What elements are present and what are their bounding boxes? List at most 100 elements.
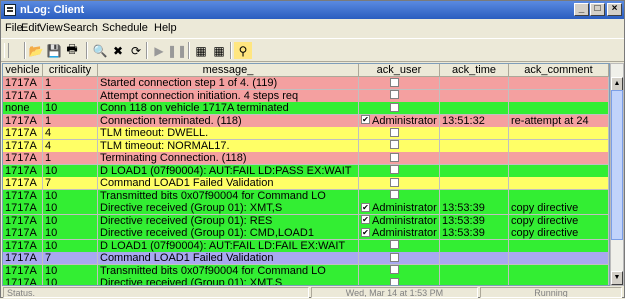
close-button[interactable]: × (607, 3, 622, 16)
menu-search[interactable]: Search (63, 22, 98, 34)
window-title: nLog: Client (20, 4, 85, 16)
column-header-vehicle[interactable]: vehicle (3, 64, 43, 77)
table-row[interactable]: 1717A 10 Transmitted bits 0x07f90004 for C… (3, 189, 609, 203)
cell-ack-time (440, 164, 509, 178)
table-row[interactable]: 1717A 4 TLM timeout: DWELL. (3, 127, 609, 140)
ack-checkbox[interactable] (390, 190, 399, 200)
table-row[interactable]: 1717A 10 Transmitted bits 0x07f90004 for C… (3, 264, 609, 278)
table-row[interactable]: 1717A 1 Attempt connection initiation. 4 s… (3, 89, 609, 103)
column-header-criticality[interactable]: criticality (43, 64, 98, 77)
table-row[interactable]: 1717A 10 Directive received (Group 01): RE… (3, 214, 609, 228)
cell-message: Connection terminated. (118) (98, 114, 359, 128)
toolbar-grip[interactable] (4, 43, 9, 58)
cell-ack-comment: copy directive (509, 214, 609, 228)
cell-message: Conn 118 on vehicle 1717A terminated (98, 102, 359, 115)
table-row[interactable]: 1717A 10 D LOAD1 (07f90004): AUT:FAIL LD:P… (3, 164, 609, 178)
table-row[interactable]: 1717A 7 Command LOAD1 Failed Validation (3, 177, 609, 190)
ack-checkbox[interactable] (390, 165, 399, 175)
toolbar-separator (146, 42, 148, 59)
ack-checkbox[interactable] (390, 177, 399, 187)
ack-checkbox[interactable] (390, 140, 399, 150)
menu-schedule[interactable]: Schedule (102, 22, 148, 34)
cell-ack-comment (509, 189, 609, 203)
cell-ack-time (440, 102, 509, 115)
ack-checkbox[interactable] (390, 152, 399, 162)
ack-checkbox[interactable] (390, 77, 399, 87)
column-header-ack_comment[interactable]: ack_comment (509, 64, 609, 77)
cell-ack-comment (509, 139, 609, 153)
play-icon[interactable]: ▶ (150, 42, 168, 59)
print-preview-icon[interactable]: 🔍 (91, 42, 109, 59)
ack-checkbox[interactable]: ✔ (361, 215, 370, 225)
table-row[interactable]: 1717A 10 Directive received (Group 01): XM… (3, 277, 609, 285)
ack-checkbox[interactable] (390, 102, 399, 112)
status-bar: Status. Wed, Mar 14 at 1:53 PM Running (1, 287, 624, 299)
menu-bar: File Edit View Search Schedule Help (1, 20, 624, 37)
cell-ack-user (359, 177, 440, 190)
vertical-scrollbar[interactable]: ▲ ▼ (610, 63, 624, 286)
cell-ack-user (359, 264, 440, 278)
menu-edit[interactable]: Edit (21, 22, 40, 34)
cell-message: Directive received (Group 01): CMD,LOAD1 (98, 227, 359, 240)
cell-message: Directive received (Group 01): RES (98, 214, 359, 228)
print-icon[interactable]: 🖶 (63, 42, 81, 59)
cell-message: TLM timeout: DWELL. (98, 127, 359, 140)
toolbar-separator (188, 42, 190, 59)
table-row[interactable]: 1717A 7 Command LOAD1 Failed Validation (3, 252, 609, 265)
column-header-message[interactable]: message_ (98, 64, 359, 77)
open-icon[interactable]: 📂 (27, 42, 45, 59)
table-row[interactable]: 1717A 4 TLM timeout: NORMAL17. (3, 139, 609, 153)
cell-ack-user (359, 252, 440, 265)
toolbar-separator (24, 42, 26, 59)
cell-ack-user (359, 127, 440, 140)
cell-criticality: 10 (43, 239, 98, 253)
menu-view[interactable]: View (39, 22, 63, 34)
cell-ack-comment (509, 77, 609, 90)
minimize-button[interactable]: _ (574, 3, 589, 16)
cell-vehicle: 1717A (3, 152, 43, 165)
ack-checkbox[interactable] (390, 127, 399, 137)
ack-checkbox[interactable] (390, 252, 399, 262)
cell-message: Attempt connection initiation. 4 steps r… (98, 89, 359, 103)
table-row[interactable]: 1717A 1 Connection terminated. (118) ✔ Admin… (3, 114, 609, 128)
export-icon[interactable]: ▦ (192, 42, 210, 59)
scroll-down-button[interactable]: ▼ (611, 271, 623, 285)
cell-criticality: 10 (43, 189, 98, 203)
delete-icon[interactable]: ✖ (109, 42, 127, 59)
menu-help[interactable]: Help (154, 22, 177, 34)
maximize-button[interactable]: □ (590, 3, 605, 16)
cell-vehicle: 1717A (3, 214, 43, 228)
scroll-up-button[interactable]: ▲ (611, 77, 623, 91)
cell-vehicle: none (3, 102, 43, 115)
ack-checkbox[interactable] (390, 277, 399, 285)
ack-checkbox[interactable] (390, 265, 399, 275)
table-row[interactable]: none 10 Conn 118 on vehicle 1717A terminat… (3, 102, 609, 115)
filter-icon[interactable]: ⚲ (234, 42, 252, 59)
ack-checkbox[interactable] (390, 90, 399, 100)
table-row[interactable]: 1717A 10 Directive received (Group 01): CM… (3, 227, 609, 240)
ack-checkbox[interactable]: ✔ (361, 227, 370, 237)
ack-checkbox[interactable] (390, 240, 399, 250)
cell-vehicle: 1717A (3, 164, 43, 178)
table-row[interactable]: 1717A 1 Started connection step 1 of 4. (1… (3, 77, 609, 90)
cell-ack-time (440, 77, 509, 90)
cell-message: Started connection step 1 of 4. (119) (98, 77, 359, 90)
column-header-ack_user[interactable]: ack_user (359, 64, 440, 77)
ack-checkbox[interactable]: ✔ (361, 202, 370, 212)
import-icon[interactable]: ▦ (210, 42, 228, 59)
column-header-ack_time[interactable]: ack_time (440, 64, 509, 77)
refresh-icon[interactable]: ⟳ (127, 42, 145, 59)
table-row[interactable]: 1717A 1 Terminating Connection. (118) (3, 152, 609, 165)
cell-message: TLM timeout: NORMAL17. (98, 139, 359, 153)
scroll-thumb[interactable] (611, 90, 623, 240)
pause-icon[interactable]: ❚❚ (167, 42, 187, 59)
cell-ack-comment: copy directive (509, 227, 609, 240)
title-bar[interactable]: nLog: Client _ □ × (1, 1, 624, 19)
table-row[interactable]: 1717A 10 Directive received (Group 01): XM… (3, 202, 609, 215)
cell-ack-user (359, 77, 440, 90)
table-row[interactable]: 1717A 10 D LOAD1 (07f90004): AUT:FAIL LD:F… (3, 239, 609, 253)
cell-message: Transmitted bits 0x07f90004 for Command … (98, 264, 359, 278)
ack-checkbox[interactable]: ✔ (361, 115, 370, 125)
save-icon[interactable]: 💾 (45, 42, 63, 59)
log-table: vehicle criticality message_ ack_user ack_ti… (2, 63, 610, 286)
